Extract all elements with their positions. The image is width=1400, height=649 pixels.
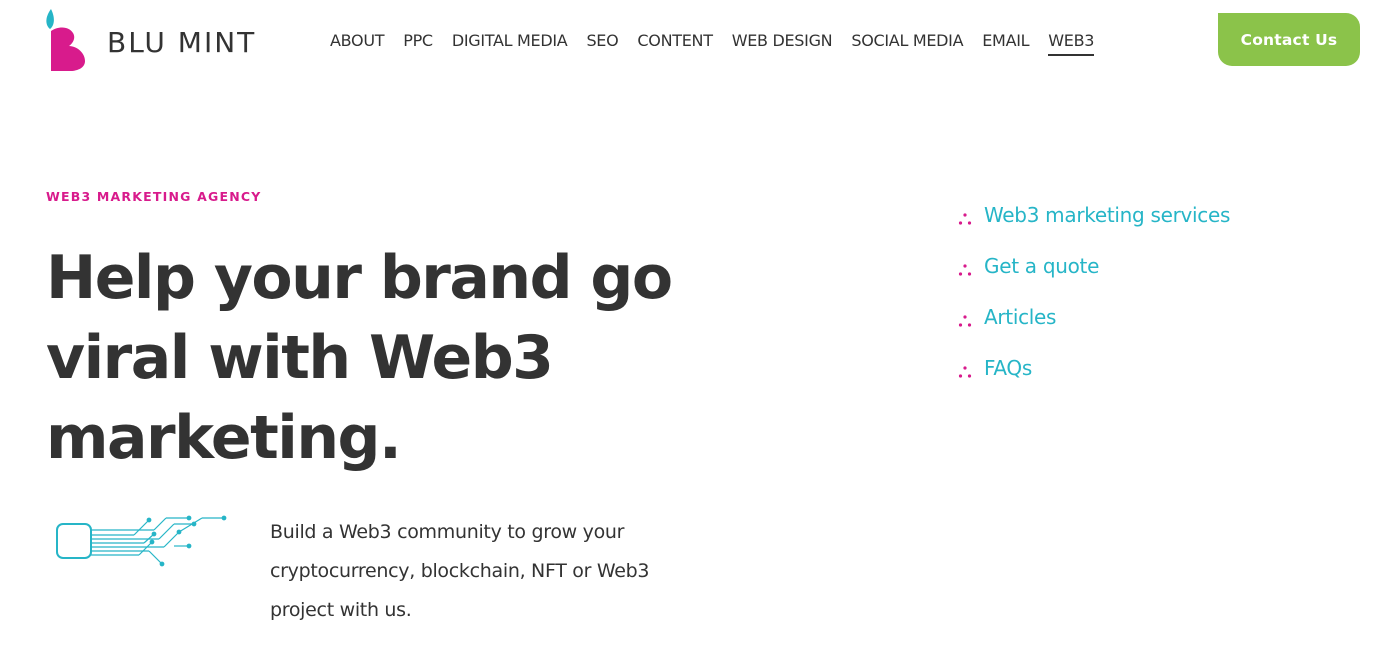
logo-icon bbox=[46, 9, 85, 71]
articles-link[interactable]: Articles bbox=[984, 305, 1056, 329]
hero-eyebrow: WEB3 MARKETING AGENCY bbox=[46, 189, 262, 204]
nav-item-ppc[interactable]: PPC bbox=[403, 31, 433, 56]
nav-item-social-media[interactable]: SOCIAL MEDIA bbox=[851, 31, 963, 56]
list-item: Get a quote bbox=[958, 254, 1230, 305]
nav-item-web3[interactable]: WEB3 bbox=[1048, 31, 1094, 56]
brand-name: BLU MINT bbox=[107, 25, 257, 59]
hero-description: Build a Web3 community to grow your cryp… bbox=[270, 521, 650, 621]
logo-link[interactable]: BLU MINT bbox=[45, 9, 256, 71]
nav-item-digital-media[interactable]: DIGITAL MEDIA bbox=[452, 31, 568, 56]
nav-item-web-design[interactable]: WEB DESIGN bbox=[732, 31, 833, 56]
nav-item-seo[interactable]: SEO bbox=[586, 31, 618, 56]
nav-item-content[interactable]: CONTENT bbox=[637, 31, 713, 56]
nav-item-about[interactable]: ABOUT bbox=[330, 31, 385, 56]
get-a-quote-link[interactable]: Get a quote bbox=[984, 254, 1099, 278]
nav-item-email[interactable]: EMAIL bbox=[982, 31, 1029, 56]
list-item: FAQs bbox=[958, 356, 1230, 407]
contact-us-button[interactable]: Contact Us bbox=[1218, 13, 1360, 66]
triangle-dots-icon bbox=[958, 213, 972, 225]
circuit-icon bbox=[56, 515, 227, 567]
list-item: Web3 marketing services bbox=[958, 203, 1230, 254]
triangle-dots-icon bbox=[958, 264, 972, 276]
triangle-dots-icon bbox=[958, 366, 972, 378]
quick-links-list: Web3 marketing services Get a quote Arti… bbox=[958, 203, 1230, 407]
triangle-dots-icon bbox=[958, 315, 972, 327]
faqs-link[interactable]: FAQs bbox=[984, 356, 1032, 380]
web3-marketing-services-link[interactable]: Web3 marketing services bbox=[984, 203, 1230, 227]
main-nav: ABOUT PPC DIGITAL MEDIA SEO CONTENT WEB … bbox=[330, 31, 1094, 56]
list-item: Articles bbox=[958, 305, 1230, 356]
page-title: Help your brand go viral with Web3 marke… bbox=[46, 243, 673, 473]
